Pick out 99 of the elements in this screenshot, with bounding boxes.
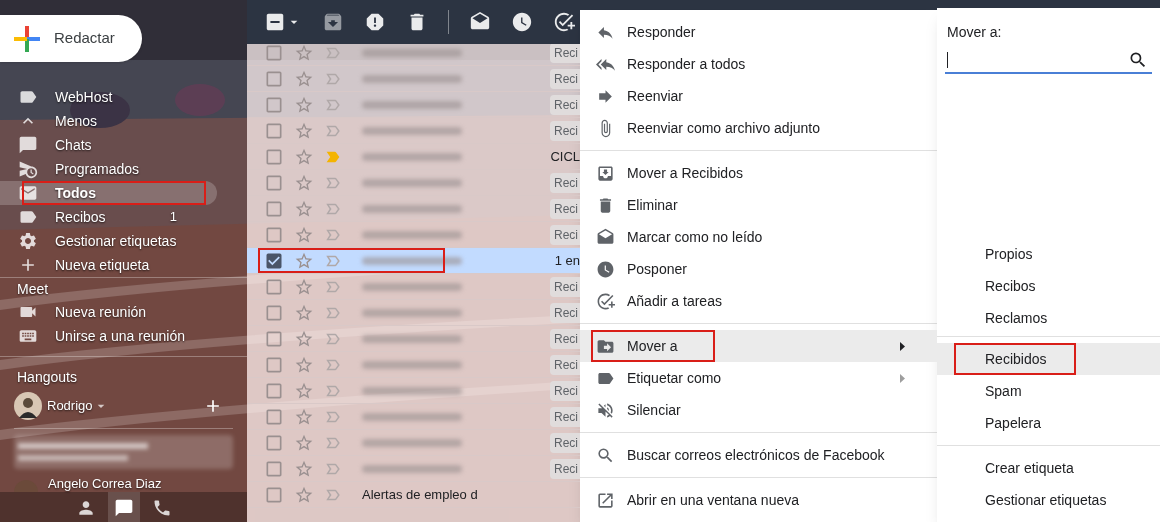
check-plus-icon[interactable] xyxy=(553,11,575,33)
envelope-icon xyxy=(596,227,615,247)
chat-icon xyxy=(18,135,38,155)
sidebar-item[interactable]: Programados xyxy=(0,157,217,181)
menu-title: Mover a: xyxy=(946,23,1003,42)
label-chip: Reci xyxy=(550,172,580,193)
muted-speaker-icon xyxy=(596,400,615,420)
folder-option[interactable]: Spam xyxy=(937,375,1160,407)
menu-action[interactable]: Gestionar etiquetas xyxy=(937,484,1160,516)
label-chip: Reci xyxy=(550,380,580,401)
label-chip: Reci xyxy=(550,302,580,323)
section-title: Meet xyxy=(16,279,50,299)
menu-item[interactable]: Mover a Recibidos xyxy=(580,157,937,189)
sidebar-item[interactable]: Unirse a una reunión xyxy=(0,324,247,348)
mail-row[interactable]: Reci xyxy=(247,92,580,118)
sidebar-item[interactable]: Chats xyxy=(0,133,217,157)
folder-option[interactable]: Reclamos xyxy=(937,302,1160,334)
menu-item[interactable]: Reenviar como archivo adjunto xyxy=(580,112,937,144)
mail-row[interactable]: Reci xyxy=(247,170,580,196)
mail-row[interactable]: Reci xyxy=(247,404,580,430)
label-chip: Reci xyxy=(550,120,580,141)
envelope-icon xyxy=(18,183,38,203)
open-external-icon xyxy=(596,490,615,510)
clock-icon xyxy=(596,259,615,279)
menu-action[interactable]: Crear etiqueta xyxy=(937,452,1160,484)
sidebar-item[interactable]: WebHost xyxy=(0,85,217,109)
mail-row[interactable]: Reci xyxy=(247,326,580,352)
sidebar-item[interactable]: Gestionar etiquetas xyxy=(0,229,217,253)
label-chip: Reci xyxy=(550,224,580,245)
sidebar-item[interactable]: Nueva reunión xyxy=(0,300,247,324)
label-chip: Reci xyxy=(550,328,580,349)
label-chip: Reci xyxy=(550,458,580,479)
report-icon[interactable] xyxy=(364,11,386,33)
submenu-arrow-icon xyxy=(900,341,905,351)
check-plus-icon xyxy=(596,291,615,311)
search-icon xyxy=(596,445,615,465)
select-checkbox[interactable] xyxy=(264,11,286,33)
label-chip: Reci xyxy=(550,94,580,115)
sender-name: Alertas de empleo d xyxy=(362,485,478,504)
mail-row[interactable]: Reci xyxy=(247,300,580,326)
menu-item[interactable]: Etiquetar como xyxy=(580,362,937,394)
mail-row[interactable]: Reci xyxy=(247,196,580,222)
mail-row[interactable]: Alertas de empleo d xyxy=(247,482,580,508)
mail-row[interactable]: Reci xyxy=(247,44,580,66)
mail-row[interactable]: Reci xyxy=(247,274,580,300)
search-field[interactable] xyxy=(945,49,1152,74)
inbox-icon xyxy=(596,163,615,183)
label-chip: Reci xyxy=(550,68,580,89)
menu-item[interactable]: Añadir a tareas xyxy=(580,285,937,317)
menu-item[interactable]: Silenciar xyxy=(580,394,937,426)
menu-item[interactable]: Eliminar xyxy=(580,189,937,221)
star-icon[interactable] xyxy=(294,44,314,63)
mail-row[interactable]: Reci xyxy=(247,378,580,404)
folder-option[interactable]: Recibidos xyxy=(937,343,1160,375)
menu-item[interactable]: Buscar correos electrónicos de Facebook xyxy=(580,439,937,471)
compose-button[interactable]: Redactar xyxy=(0,15,142,62)
row-checkbox[interactable] xyxy=(264,44,284,63)
menu-item[interactable]: Mover a xyxy=(580,330,937,362)
label-chip: Reci xyxy=(550,44,580,63)
menu-item[interactable]: Posponer xyxy=(580,253,937,285)
menu-item[interactable]: Responder a todos xyxy=(580,48,937,80)
sidebar-item[interactable]: Nueva etiqueta xyxy=(0,253,217,277)
unread-count: 1 xyxy=(169,208,177,227)
sidebar-item[interactable]: Todos xyxy=(0,181,217,205)
label-chip: Reci xyxy=(550,406,580,427)
sidebar-item[interactable]: Recibos 1 xyxy=(0,205,217,229)
mail-row[interactable]: Reci xyxy=(247,66,580,92)
subject-text: 1 en xyxy=(553,251,580,270)
mail-row[interactable]: Reci xyxy=(247,456,580,482)
mail-row[interactable]: 1 en xyxy=(247,248,580,274)
chat-icon[interactable] xyxy=(113,498,134,518)
avatar xyxy=(14,392,42,420)
section-title: Hangouts xyxy=(16,367,78,387)
label-chip: Reci xyxy=(550,276,580,297)
label-chip: Reci xyxy=(550,432,580,453)
submenu-arrow-icon xyxy=(900,373,905,383)
menu-item[interactable]: Responder xyxy=(580,16,937,48)
folder-option[interactable]: Recibos xyxy=(937,270,1160,302)
subject-text: CICL xyxy=(549,147,580,166)
mail-row[interactable]: CICL xyxy=(247,144,580,170)
archive-icon[interactable] xyxy=(322,11,344,33)
mail-row[interactable]: Reci xyxy=(247,222,580,248)
settings-icon xyxy=(18,231,38,251)
folder-option[interactable]: Papelera xyxy=(937,407,1160,439)
scheduled-send-icon xyxy=(18,159,38,179)
menu-item[interactable]: Abrir en una ventana nueva xyxy=(580,484,937,516)
folder-option[interactable]: Propios xyxy=(937,238,1160,270)
mail-row[interactable]: Reci xyxy=(247,430,580,456)
sidebar-item[interactable]: Menos xyxy=(0,109,217,133)
menu-item[interactable]: Marcar como no leído xyxy=(580,221,937,253)
mail-row[interactable]: Reci xyxy=(247,118,580,144)
menu-item[interactable]: Reenviar xyxy=(580,80,937,112)
plus-icon xyxy=(14,25,40,52)
mail-row[interactable]: Reci xyxy=(247,352,580,378)
label-chip: Reci xyxy=(550,198,580,219)
contact-name[interactable]: Angelo Correa Diaz xyxy=(48,476,162,492)
user-name[interactable]: Rodrigo xyxy=(47,396,93,416)
clock-icon[interactable] xyxy=(511,11,533,33)
label-chip: Reci xyxy=(550,354,580,375)
